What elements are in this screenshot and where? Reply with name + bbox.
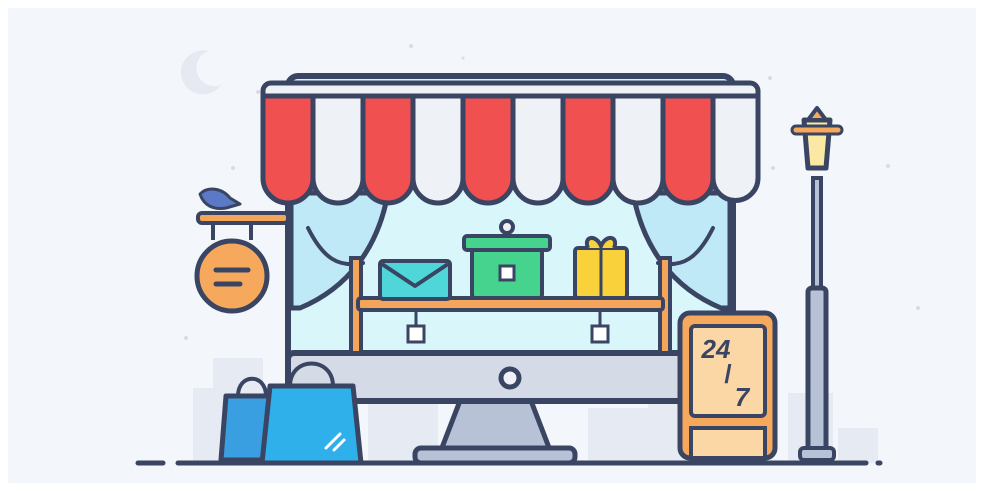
hanging-sign <box>194 187 290 314</box>
gift-box-product <box>573 236 629 300</box>
bird-icon <box>198 187 242 210</box>
open-24-7-board: 24 / 7 <box>677 310 778 461</box>
awning <box>260 80 761 206</box>
power-button-icon <box>498 366 522 390</box>
sign-line-3: 7 <box>735 382 751 412</box>
moon-icon <box>180 50 221 95</box>
envelope-product <box>378 259 452 301</box>
online-shop-illustration: 24 / 7 <box>135 44 920 466</box>
illustration-frame: 24 / 7 <box>8 8 976 483</box>
sign-line-2: / <box>724 359 731 389</box>
